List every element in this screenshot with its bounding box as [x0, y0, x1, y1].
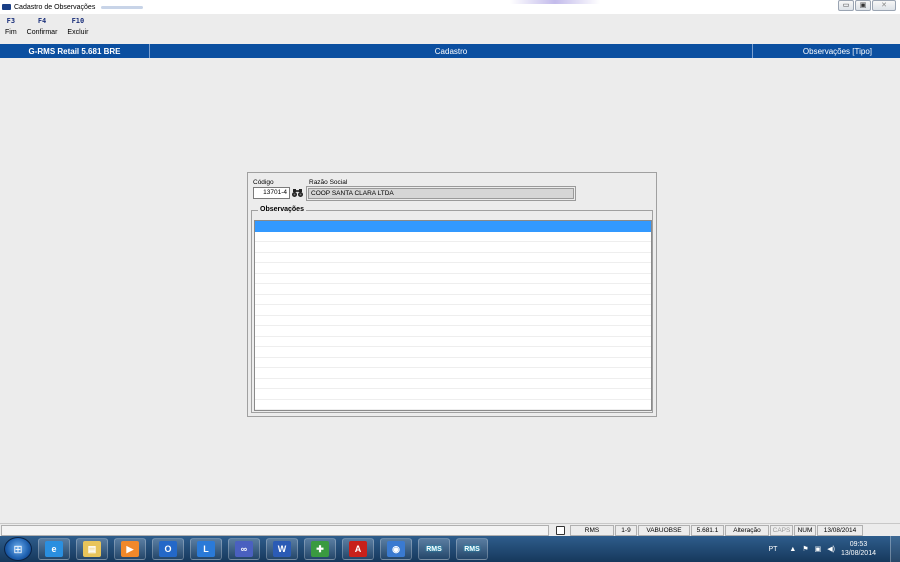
fkey-code: F4 — [37, 17, 47, 25]
title-ghost-text — [101, 5, 144, 9]
observacao-row[interactable] — [255, 368, 651, 379]
start-button[interactable]: ⊞ — [4, 537, 32, 561]
observacao-row[interactable] — [255, 232, 651, 242]
f3-fim-button[interactable]: F3 Fim — [0, 16, 22, 42]
outlook-icon: O — [159, 541, 177, 557]
ie-icon: e — [45, 541, 63, 557]
taskbar-app-globe-button[interactable]: ◉ — [380, 538, 412, 560]
network-icon[interactable]: ▣ — [815, 545, 822, 553]
observacoes-list[interactable] — [254, 220, 652, 411]
volume-icon[interactable]: ◀) — [827, 545, 835, 553]
observacao-row[interactable] — [255, 316, 651, 326]
close-button[interactable]: ✕ — [872, 0, 896, 11]
status-version: 5.681.1 — [691, 524, 724, 536]
status-range: 1-9 — [615, 524, 637, 536]
tray-expand-icon[interactable]: ▲ — [789, 546, 796, 553]
header-context: Observações [Tipo] — [802, 46, 872, 56]
windows-taskbar: ⊞ e ▤ ▶ O L ∞ W ✚ A ◉ RMS RMS PT ▲ ⚑ ▣ ◀) 09:53 1… — [0, 536, 900, 562]
status-date: 13/08/2014 — [817, 524, 863, 536]
observacoes-title: Observações — [258, 206, 306, 213]
observacao-row[interactable] — [255, 295, 651, 305]
fkey-label: Confirmar — [26, 29, 58, 36]
rms-label: RMS — [464, 545, 480, 553]
observacao-row[interactable] — [255, 358, 651, 368]
minimize-button[interactable]: ▭ — [838, 0, 854, 11]
status-mode: Alteração — [725, 524, 769, 536]
razao-social-value: COOP SANTA CLARA LTDA — [308, 188, 574, 199]
observacao-row[interactable] — [255, 274, 651, 284]
taskbar-app-infinity-button[interactable]: ∞ — [228, 538, 260, 560]
status-system: RMS — [570, 524, 614, 536]
app-infinity-icon: ∞ — [235, 541, 253, 557]
observacoes-group: Observações — [251, 206, 653, 413]
observacao-row[interactable] — [255, 253, 651, 263]
window-title: Cadastro de Observações — [14, 3, 96, 11]
status-bar: RMS 1-9 VABUOBSE 5.681.1 Alteração CAPS … — [0, 523, 900, 536]
taskbar-rms-2[interactable]: RMS — [456, 538, 488, 560]
observacao-row[interactable] — [255, 326, 651, 337]
observacao-row[interactable] — [255, 400, 651, 410]
header-product: G-RMS Retail 5.681 BRE — [0, 44, 150, 58]
clipboard-icon — [551, 525, 569, 536]
binoculars-icon[interactable] — [292, 188, 303, 198]
taskbar-lync-button[interactable]: L — [190, 538, 222, 560]
observacao-row[interactable] — [255, 379, 651, 389]
clock[interactable]: 09:53 13/08/2014 — [841, 540, 876, 558]
observacao-row[interactable] — [255, 284, 651, 295]
app-globe-icon: ◉ — [387, 541, 405, 557]
header-band: G-RMS Retail 5.681 BRE Cadastro Observaç… — [0, 44, 900, 58]
codigo-field[interactable]: 13701-4 — [253, 187, 290, 199]
f4-confirmar-button[interactable]: F4 Confirmar — [22, 16, 63, 42]
observacao-row[interactable] — [255, 305, 651, 316]
observacao-row[interactable] — [255, 221, 651, 232]
app-coins-icon: ✚ — [311, 541, 329, 557]
observacao-row[interactable] — [255, 242, 651, 253]
status-num: NUM — [794, 524, 816, 536]
observacao-row[interactable] — [255, 263, 651, 274]
lync-icon: L — [197, 541, 215, 557]
system-tray: PT ▲ ⚑ ▣ ◀) 09:53 13/08/2014 — [768, 536, 900, 562]
razao-social-field: COOP SANTA CLARA LTDA — [306, 186, 576, 201]
observacao-row[interactable] — [255, 389, 651, 400]
taskbar-ie-button[interactable]: e — [38, 538, 70, 560]
f10-excluir-button[interactable]: F10 Excluir — [62, 16, 93, 42]
taskbar-acrobat-button[interactable]: A — [342, 538, 374, 560]
observacao-row[interactable] — [255, 347, 651, 358]
header-screen: Cadastro — [150, 44, 753, 58]
taskbar-apps: e ▤ ▶ O L ∞ W ✚ A ◉ — [32, 538, 412, 560]
fkey-code: F10 — [71, 17, 85, 25]
window-controls: ▭ ▣ ✕ — [838, 0, 896, 11]
flag-icon[interactable]: ⚑ — [802, 545, 808, 553]
restore-button[interactable]: ▣ — [855, 0, 871, 11]
acrobat-icon: A — [349, 541, 367, 557]
explorer-icon: ▤ — [83, 541, 101, 557]
fkey-label: Fim — [5, 29, 17, 36]
window-titlebar: Cadastro de Observações ▭ ▣ ✕ — [0, 0, 900, 14]
media-icon: ▶ — [121, 541, 139, 557]
clock-time: 09:53 — [849, 541, 868, 548]
observacao-row[interactable] — [255, 337, 651, 347]
language-indicator[interactable]: PT — [768, 546, 777, 553]
status-caps: CAPS — [770, 524, 793, 536]
taskbar-media-button[interactable]: ▶ — [114, 538, 146, 560]
taskbar-outlook-button[interactable]: O — [152, 538, 184, 560]
taskbar-explorer-button[interactable]: ▤ — [76, 538, 108, 560]
razao-social-label: Razão Social — [309, 179, 348, 186]
app-icon — [2, 4, 11, 10]
rms-label: RMS — [426, 545, 442, 553]
taskbar-word-button[interactable]: W — [266, 538, 298, 560]
clock-date: 13/08/2014 — [840, 550, 876, 557]
status-message-area — [1, 524, 549, 536]
observacoes-form-panel: Código Razão Social 13701-4 COOP SANTA C… — [247, 172, 657, 417]
show-desktop-button[interactable] — [890, 536, 900, 562]
word-icon: W — [273, 541, 291, 557]
status-program: VABUOBSE — [638, 524, 690, 536]
function-key-toolbar: F3 Fim F4 Confirmar F10 Excluir — [0, 16, 93, 42]
fkey-code: F3 — [6, 17, 16, 25]
fkey-label: Excluir — [67, 29, 89, 36]
taskbar-app-coins-button[interactable]: ✚ — [304, 538, 336, 560]
taskbar-rms-1[interactable]: RMS — [418, 538, 450, 560]
codigo-label: Código — [253, 179, 274, 186]
title-glow — [510, 0, 600, 4]
